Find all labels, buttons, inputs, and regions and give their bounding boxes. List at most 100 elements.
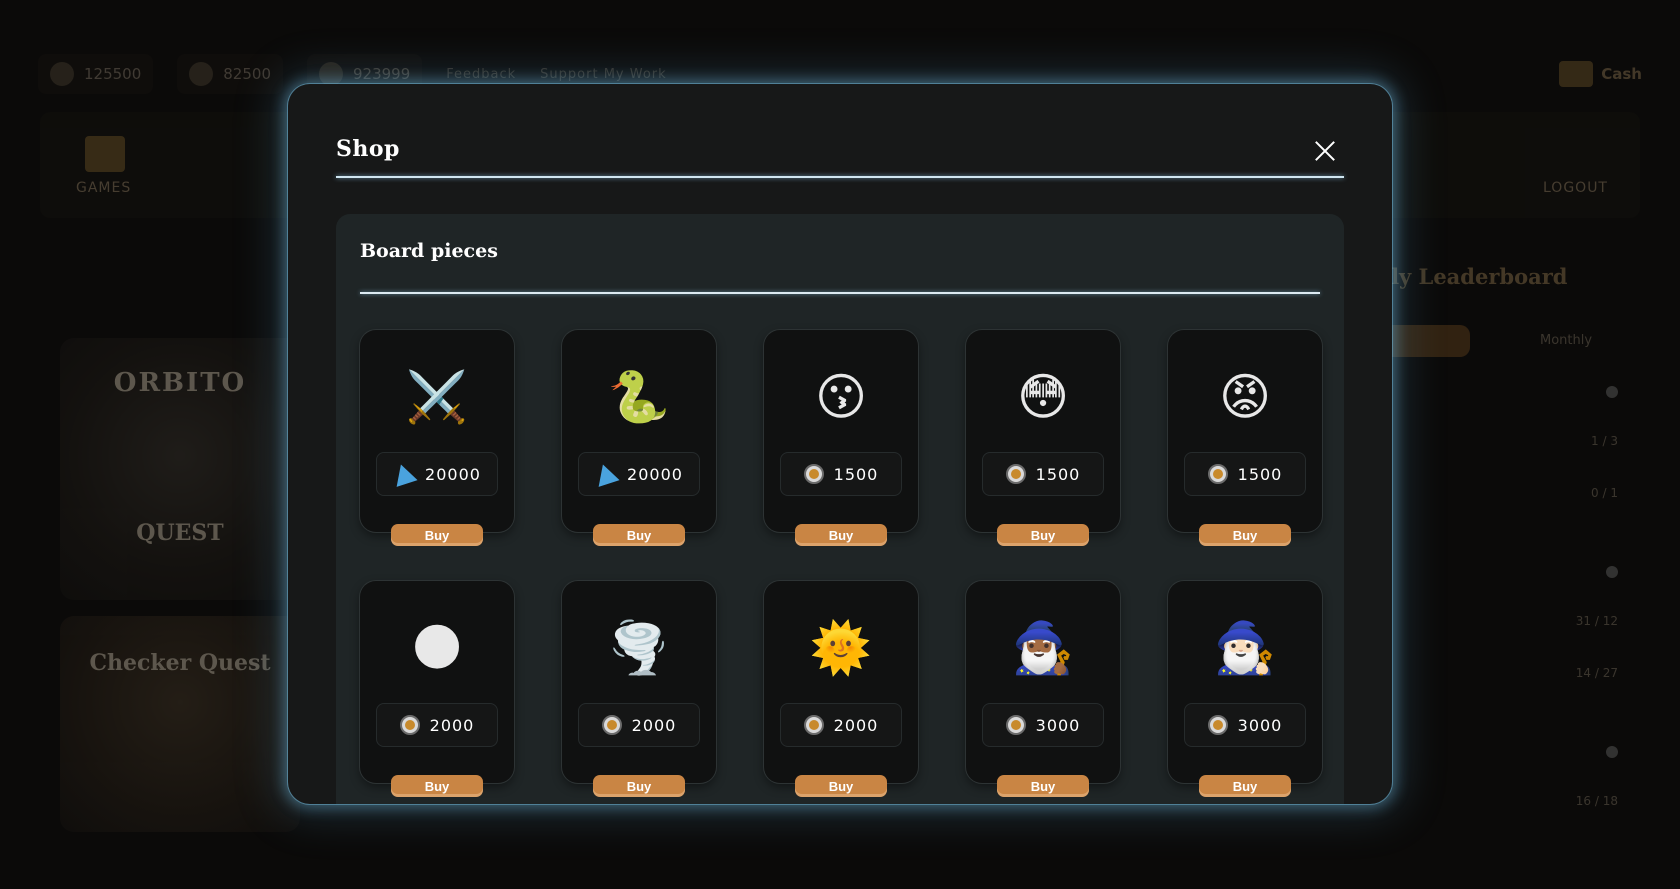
shop-item-card: 🐍 20000 Buy: [562, 330, 716, 546]
game-card-title: Checker Quest: [89, 650, 271, 676]
avatar: [1606, 566, 1618, 578]
price-value: 2000: [429, 715, 475, 735]
coin-icon: [1207, 464, 1228, 484]
leaderboard-score: 1 / 3: [1591, 434, 1618, 448]
nav-games[interactable]: GAMES: [76, 180, 131, 196]
price-tag: 2000: [780, 703, 902, 747]
price-tag: 1500: [780, 452, 902, 496]
coin-icon: [1005, 464, 1026, 484]
games-icon: [85, 136, 125, 172]
price-tag: 1500: [982, 452, 1104, 496]
game-card-title: ORBITO: [113, 368, 247, 398]
game-card-subtitle: QUEST: [136, 520, 224, 546]
coin-icon: [803, 464, 824, 484]
buy-button[interactable]: Buy: [391, 775, 483, 797]
player-icon: [50, 62, 74, 86]
nav-logout[interactable]: LOGOUT: [1543, 180, 1608, 196]
leaderboard-score: 16 / 18: [1575, 794, 1618, 808]
tab-weekly[interactable]: [1380, 325, 1470, 357]
buy-button[interactable]: Buy: [997, 524, 1089, 546]
shop-item-card: 🧙🏾‍♂️ 3000 Buy: [966, 581, 1120, 797]
coin-icon: [399, 715, 420, 735]
stat-value: 923999: [352, 65, 411, 83]
price-value: 2000: [833, 715, 879, 735]
buy-button[interactable]: Buy: [1199, 524, 1291, 546]
eye-icon: [1606, 386, 1618, 398]
title-divider: [336, 176, 1344, 178]
shop-item-card: 🌪️ 2000 Buy: [562, 581, 716, 797]
feedback-link[interactable]: Feedback: [446, 67, 516, 82]
board-piece-icon: 🧙🏾‍♂️: [1011, 619, 1075, 677]
close-icon[interactable]: [1314, 140, 1336, 162]
price-value: 1500: [833, 464, 879, 484]
price-tag: 1500: [1184, 452, 1306, 496]
shop-item-card: 🌞 2000 Buy: [764, 581, 918, 797]
coin-icon: [318, 62, 343, 86]
stat-value: 125500: [84, 65, 142, 83]
buy-button[interactable]: Buy: [795, 524, 887, 546]
buy-button[interactable]: Buy: [593, 524, 685, 546]
price-tag: 3000: [1184, 703, 1306, 747]
shop-modal: Shop Board pieces ⚔️ 20000 Buy 🐍 20000 Buy 😗 15…: [288, 84, 1392, 804]
support-link[interactable]: Support My Work: [540, 67, 666, 82]
board-piece-icon: 😳: [1016, 368, 1070, 426]
shop-item-grid: ⚔️ 20000 Buy 🐍 20000 Buy 😗 1500 Buy 😳 1500 Buy 😡 1500…: [360, 330, 1322, 804]
leaderboard-score: 31 / 12: [1575, 614, 1618, 628]
section-divider: [360, 292, 1320, 294]
price-value: 1500: [1237, 464, 1283, 484]
price-value: 3000: [1237, 715, 1283, 735]
buy-button[interactable]: Buy: [1199, 775, 1291, 797]
price-tag: 2000: [578, 703, 700, 747]
board-piece-icon: 🌞: [809, 619, 873, 677]
coin-icon: [601, 715, 622, 735]
leaderboard-panel: rly Leaderboard Monthly 1 / 3 0 / 1 31 /…: [1380, 250, 1640, 850]
board-piece-icon: 😗: [814, 368, 868, 426]
coin-icon: [1005, 715, 1026, 735]
cash-button[interactable]: Cash: [1559, 61, 1642, 87]
tab-monthly[interactable]: Monthly: [1540, 333, 1592, 348]
gem-icon: [390, 461, 418, 487]
gem-icon: [592, 461, 620, 487]
cash-label: Cash: [1601, 65, 1642, 83]
leaderboard-score: 0 / 1: [1591, 486, 1618, 500]
buy-button[interactable]: Buy: [593, 775, 685, 797]
coin-icon: [1207, 715, 1228, 735]
gem-icon: [189, 62, 214, 86]
avatar: [1606, 746, 1618, 758]
shop-item-card: ⚔️ 20000 Buy: [360, 330, 514, 546]
shop-item-card: 🧙🏻‍♂️ 3000 Buy: [1168, 581, 1322, 797]
stat-value: 82500: [223, 65, 271, 83]
price-tag: 20000: [376, 452, 498, 496]
price-tag: 20000: [578, 452, 700, 496]
stat-badge: 125500: [38, 54, 154, 94]
modal-title: Shop: [336, 136, 400, 162]
buy-button[interactable]: Buy: [997, 775, 1089, 797]
shop-item-card: 🌑 2000 Buy: [360, 581, 514, 797]
shop-item-card: 😳 1500 Buy: [966, 330, 1120, 546]
board-pieces-section: Board pieces ⚔️ 20000 Buy 🐍 20000 Buy 😗 1500 Buy…: [336, 214, 1344, 804]
price-tag: 2000: [376, 703, 498, 747]
price-tag: 3000: [982, 703, 1104, 747]
game-card-checker-quest[interactable]: Checker Quest: [60, 616, 300, 832]
price-value: 20000: [425, 464, 481, 484]
board-piece-icon: 🐍: [607, 368, 671, 426]
cash-icon: [1559, 61, 1594, 87]
coin-icon: [803, 715, 824, 735]
section-title: Board pieces: [360, 240, 498, 262]
price-value: 2000: [631, 715, 677, 735]
leaderboard-score: 14 / 27: [1575, 666, 1618, 680]
shop-item-card: 😡 1500 Buy: [1168, 330, 1322, 546]
board-piece-icon: ⚔️: [405, 368, 469, 426]
board-piece-icon: 🧙🏻‍♂️: [1213, 619, 1277, 677]
game-card-orbito[interactable]: ORBITO QUEST: [60, 338, 300, 600]
stat-badge: 82500: [177, 54, 283, 94]
buy-button[interactable]: Buy: [795, 775, 887, 797]
price-value: 3000: [1035, 715, 1081, 735]
buy-button[interactable]: Buy: [391, 524, 483, 546]
shop-item-card: 😗 1500 Buy: [764, 330, 918, 546]
leaderboard-title: rly Leaderboard: [1380, 264, 1568, 289]
board-piece-icon: 😡: [1218, 368, 1272, 426]
board-piece-icon: 🌑: [410, 619, 464, 677]
price-value: 20000: [627, 464, 683, 484]
board-piece-icon: 🌪️: [607, 619, 671, 677]
